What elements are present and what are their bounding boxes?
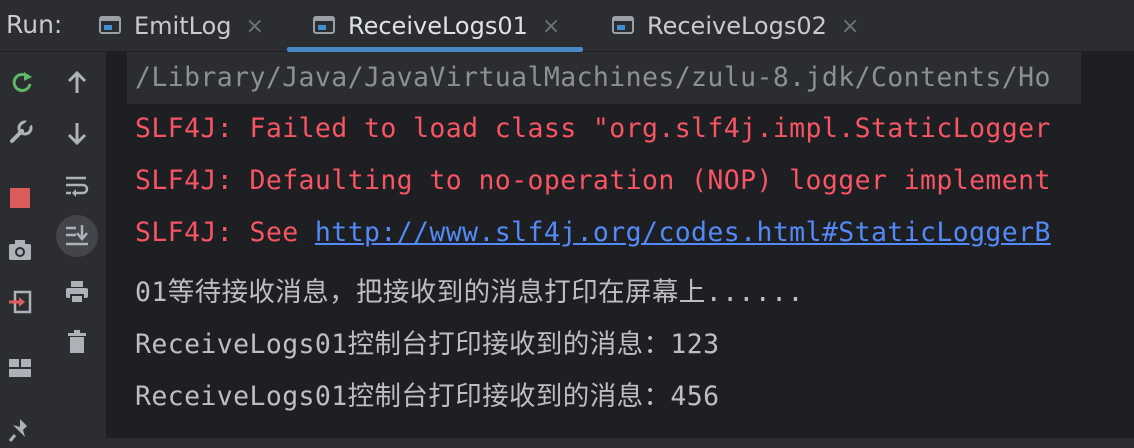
close-icon[interactable]: × [246,14,264,39]
close-icon[interactable]: × [542,14,560,39]
run-toolbar-secondary [45,52,107,438]
stop-icon[interactable] [2,180,38,216]
tab-label: EmitLog [134,12,232,40]
console-window-icon [611,14,635,38]
print-icon[interactable] [59,274,95,310]
run-label: Run: [6,10,63,39]
output-line: ReceiveLogs01控制台打印接收到的消息：123 [135,329,720,360]
exit-icon[interactable] [2,284,38,320]
tab-label: ReceiveLogs01 [348,12,528,40]
rerun-icon[interactable] [4,64,40,100]
arrow-up-icon[interactable] [59,64,95,100]
error-line: SLF4J: Defaulting to no-operation (NOP) … [135,165,1051,196]
slf4j-link[interactable]: http://www.slf4j.org/codes.html#StaticLo… [315,217,1051,248]
scroll-to-end-icon[interactable] [56,215,98,257]
tab-label: ReceiveLogs02 [647,12,827,40]
pin-icon[interactable] [2,412,38,448]
arrow-down-icon[interactable] [59,116,95,152]
tab-receivelogs01[interactable]: ReceiveLogs01 × [312,0,560,52]
camera-icon[interactable] [2,232,38,268]
output-line: 01等待接收消息，把接收到的消息打印在屏幕上...... [135,277,804,308]
close-icon[interactable]: × [841,14,859,39]
error-line-with-link: SLF4J: See http://www.slf4j.org/codes.ht… [135,217,1051,248]
output-line: ReceiveLogs01控制台打印接收到的消息：456 [135,381,720,412]
wrench-icon[interactable] [3,114,39,150]
trash-icon[interactable] [59,324,95,360]
error-line: SLF4J: Failed to load class "org.slf4j.i… [135,113,1051,144]
error-prefix: SLF4J: See [135,217,315,248]
tab-emitlog[interactable]: EmitLog × [98,0,264,52]
soft-wrap-icon[interactable] [59,168,95,204]
console-window-icon [98,14,122,38]
layout-icon[interactable] [2,350,38,386]
command-line: /Library/Java/JavaVirtualMachines/zulu-8… [127,52,1081,104]
console-window-icon [312,14,336,38]
run-toolbar-primary [0,52,45,442]
console-output[interactable]: /Library/Java/JavaVirtualMachines/zulu-8… [107,52,1134,438]
tab-receivelogs02[interactable]: ReceiveLogs02 × [611,0,859,52]
run-tool-window-header: Run: EmitLog × ReceiveLogs01 × ReceiveLo… [0,0,1134,52]
